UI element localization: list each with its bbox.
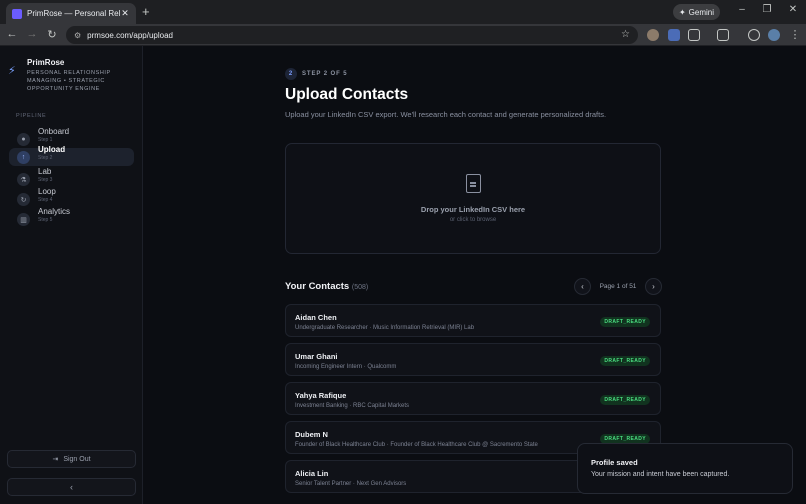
refresh-icon: ↻ bbox=[17, 193, 30, 206]
sidebar-item-loop[interactable]: ↻ Loop Step 4 bbox=[9, 187, 134, 208]
status-badge: DRAFT_READY bbox=[600, 356, 650, 366]
page-indicator: Page 1 of 51 bbox=[599, 282, 637, 290]
extension-badge-icon[interactable] bbox=[668, 29, 680, 41]
sidebar: ⚡ PrimRose PERSONAL RELATIONSHIP MANAGIN… bbox=[0, 46, 143, 504]
reload-icon[interactable]: ↻ bbox=[46, 28, 58, 41]
sidebar-item-label: Loop bbox=[38, 187, 56, 196]
contact-description: Undergraduate Researcher · Music Informa… bbox=[295, 325, 475, 331]
page-subtitle: Upload your LinkedIn CSV export. We'll r… bbox=[285, 110, 607, 119]
dropzone-hint: or click to browse bbox=[449, 217, 497, 223]
profile-extension-icon[interactable] bbox=[647, 29, 659, 41]
contact-row[interactable]: Aidan Chen Undergraduate Researcher · Mu… bbox=[285, 304, 661, 337]
sidebar-item-lab[interactable]: ⚗ Lab Step 3 bbox=[9, 167, 134, 188]
contact-description: Incoming Engineer Intern · Qualcomm bbox=[295, 364, 397, 370]
sidebar-item-label: Onboard bbox=[38, 127, 70, 136]
pagination: ‹ Page 1 of 51 › bbox=[574, 277, 662, 295]
collapse-sidebar-button[interactable]: ‹ bbox=[7, 478, 136, 496]
sidebar-item-label: Upload bbox=[38, 145, 66, 154]
dropzone-title: Drop your LinkedIn CSV here bbox=[420, 205, 526, 214]
chevron-left-icon: ‹ bbox=[70, 482, 73, 492]
puzzle-icon[interactable] bbox=[688, 29, 700, 41]
file-icon bbox=[466, 174, 481, 193]
contact-name: Alicia Lin bbox=[295, 469, 329, 478]
sign-out-label: Sign Out bbox=[63, 455, 91, 463]
upload-icon: ↑ bbox=[17, 151, 30, 164]
sign-out-button[interactable]: ⇥ Sign Out bbox=[7, 450, 136, 468]
browser-tab[interactable]: PrimRose — Personal Relationship ✕ bbox=[6, 3, 136, 24]
main-content: 2 STEP 2 OF 5 Upload Contacts Upload you… bbox=[143, 46, 806, 504]
bookmark-star-icon[interactable]: ☆ bbox=[621, 29, 630, 40]
restore-icon[interactable]: ❐ bbox=[761, 4, 773, 15]
sidebar-item-step: Step 3 bbox=[38, 177, 53, 183]
contact-description: Senior Talent Partner · Next Gen Advisor… bbox=[295, 481, 407, 487]
contact-name: Dubem N bbox=[295, 430, 328, 439]
toast-title: Profile saved bbox=[591, 458, 638, 467]
address-bar[interactable]: ⚙ prmsoe.com/app/upload ☆ bbox=[66, 26, 638, 44]
csv-dropzone[interactable]: Drop your LinkedIn CSV here or click to … bbox=[285, 143, 661, 254]
sidebar-item-analytics[interactable]: ▥ Analytics Step 5 bbox=[9, 207, 134, 228]
url-text: prmsoe.com/app/upload bbox=[87, 30, 173, 40]
back-icon[interactable]: ← bbox=[6, 28, 18, 40]
contacts-count: (508) bbox=[351, 284, 369, 291]
sidebar-item-label: Analytics bbox=[38, 207, 71, 216]
browser-toolbar: ← → ↻ ⚙ prmsoe.com/app/upload ☆ ⋮ bbox=[0, 24, 806, 46]
pipeline-section-label: PIPELINE bbox=[16, 113, 47, 119]
brand-name: PrimRose bbox=[27, 58, 65, 67]
contact-description: Founder of Black Healthcare Club · Found… bbox=[295, 442, 538, 448]
more-menu-icon[interactable]: ⋮ bbox=[789, 28, 801, 41]
prev-page-button[interactable]: ‹ bbox=[574, 277, 591, 295]
contacts-heading-text: Your Contacts bbox=[285, 281, 350, 292]
contact-name: Umar Ghani bbox=[295, 352, 338, 361]
contact-row[interactable]: Umar Ghani Incoming Engineer Intern · Qu… bbox=[285, 343, 661, 376]
sidebar-item-step: Step 2 bbox=[38, 155, 53, 161]
history-icon[interactable] bbox=[748, 29, 760, 41]
primrose-favicon-icon bbox=[12, 8, 22, 19]
minimize-icon[interactable]: – bbox=[736, 4, 748, 15]
contact-name: Yahya Rafique bbox=[295, 391, 347, 400]
close-window-icon[interactable]: ✕ bbox=[787, 4, 799, 15]
sidebar-item-upload[interactable]: ↑ Upload Step 2 bbox=[9, 145, 134, 166]
next-page-button[interactable]: › bbox=[645, 277, 662, 295]
brand: ⚡ PrimRose PERSONAL RELATIONSHIP MANAGIN… bbox=[8, 58, 127, 93]
brand-tagline: PERSONAL RELATIONSHIP MANAGING • STRATEG… bbox=[27, 70, 111, 92]
sidebar-item-onboard[interactable]: ● Onboard Step 1 bbox=[9, 127, 134, 148]
toast-body: Your mission and intent have been captur… bbox=[591, 471, 730, 478]
contacts-heading: Your Contacts (508) bbox=[285, 281, 368, 292]
sidebar-item-step: Step 5 bbox=[38, 217, 53, 223]
browser-tab-strip: PrimRose — Personal Relationship ✕ + ✦ G… bbox=[0, 0, 806, 24]
status-badge: DRAFT_READY bbox=[600, 395, 650, 405]
forward-icon[interactable]: → bbox=[26, 28, 38, 40]
close-tab-icon[interactable]: ✕ bbox=[120, 8, 130, 19]
bolt-logo-icon: ⚡ bbox=[8, 65, 16, 77]
cast-icon[interactable] bbox=[717, 29, 729, 41]
step-number-badge: 2 bbox=[285, 68, 297, 80]
contact-name: Aidan Chen bbox=[295, 313, 337, 322]
step-label: STEP 2 OF 5 bbox=[302, 71, 348, 77]
sidebar-item-step: Step 4 bbox=[38, 197, 53, 203]
gemini-label: Gemini bbox=[688, 7, 715, 17]
step-indicator: 2 STEP 2 OF 5 bbox=[285, 68, 347, 80]
toast-notification[interactable]: Profile saved Your mission and intent ha… bbox=[577, 443, 793, 494]
status-badge: DRAFT_READY bbox=[600, 317, 650, 327]
gemini-button[interactable]: ✦ Gemini bbox=[673, 4, 720, 20]
contact-row[interactable]: Yahya Rafique Investment Banking · RBC C… bbox=[285, 382, 661, 415]
sidebar-item-label: Lab bbox=[38, 167, 52, 176]
chevron-left-icon: ‹ bbox=[581, 281, 584, 291]
page-title: Upload Contacts bbox=[285, 86, 409, 103]
sparkle-icon: ✦ bbox=[678, 7, 686, 17]
avatar[interactable] bbox=[768, 29, 780, 41]
sign-out-icon: ⇥ bbox=[52, 456, 59, 463]
user-icon: ● bbox=[17, 133, 30, 146]
tab-title: PrimRose — Personal Relationship bbox=[27, 9, 120, 18]
sidebar-item-step: Step 1 bbox=[38, 137, 53, 143]
bar-chart-icon: ▥ bbox=[17, 213, 30, 226]
contact-description: Investment Banking · RBC Capital Markets bbox=[295, 403, 410, 409]
site-info-icon[interactable]: ⚙ bbox=[74, 31, 81, 40]
flask-icon: ⚗ bbox=[17, 173, 30, 186]
chevron-right-icon: › bbox=[652, 281, 655, 291]
new-tab-icon[interactable]: + bbox=[142, 4, 154, 19]
